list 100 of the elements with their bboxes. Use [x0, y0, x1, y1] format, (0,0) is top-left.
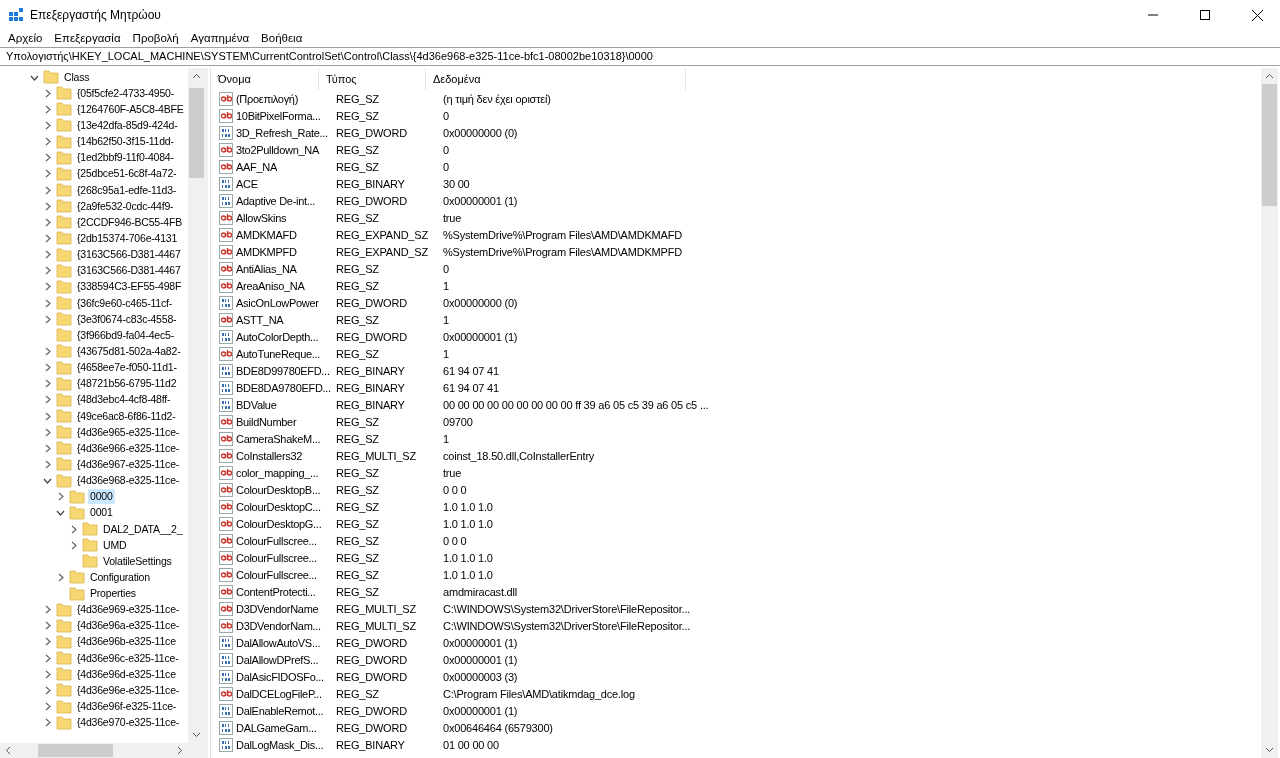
chevron-right-icon[interactable]	[43, 653, 52, 663]
chevron-right-icon[interactable]	[43, 702, 52, 712]
chevron-right-icon[interactable]	[43, 104, 52, 114]
tree-item[interactable]: {4d36e96a-e325-11ce-	[75, 618, 182, 634]
tree-item[interactable]: {4d36e96e-e325-11ce-	[75, 682, 182, 698]
scroll-thumb[interactable]	[1262, 84, 1277, 206]
chevron-right-icon[interactable]	[69, 540, 78, 550]
tree-item[interactable]: Properties	[88, 586, 138, 602]
chevron-right-icon[interactable]	[43, 621, 52, 631]
tree-item[interactable]: {05f5cfe2-4733-4950-	[75, 85, 176, 101]
chevron-right-icon[interactable]	[43, 185, 52, 195]
chevron-right-icon[interactable]	[43, 169, 52, 179]
tree-item[interactable]: {4d36e965-e325-11ce-	[75, 424, 182, 440]
tree-item[interactable]: Configuration	[88, 569, 152, 585]
tree-item[interactable]: {25dbce51-6c8f-4a72-	[75, 166, 179, 182]
scroll-down-icon[interactable]	[1265, 746, 1274, 753]
tree-item[interactable]: {1ed2bbf9-11f0-4084-	[75, 150, 176, 166]
chevron-right-icon[interactable]	[43, 266, 52, 276]
chevron-right-icon[interactable]	[43, 233, 52, 243]
tree-item[interactable]: {36fc9e60-c465-11cf-	[75, 295, 175, 311]
tree-item[interactable]: {4d36e968-e325-11ce-	[75, 473, 182, 489]
chevron-down-icon[interactable]	[43, 476, 52, 486]
tree-item[interactable]: {4d36e970-e325-11ce-	[75, 715, 182, 731]
close-icon[interactable]	[1251, 9, 1263, 21]
tree-item[interactable]: {4d36e966-e325-11ce-	[75, 440, 182, 456]
chevron-right-icon[interactable]	[43, 459, 52, 469]
chevron-right-icon[interactable]	[43, 346, 52, 356]
chevron-right-icon[interactable]	[43, 605, 52, 615]
column-header[interactable]: Όνομα	[211, 68, 319, 90]
chevron-right-icon[interactable]	[56, 572, 65, 582]
tree-item[interactable]: {1264760F-A5C8-4BFE	[75, 101, 186, 117]
tree-item[interactable]: {4d36e96b-e325-11ce	[75, 634, 178, 650]
chevron-right-icon[interactable]	[43, 137, 52, 147]
tree-item[interactable]: {338594C3-EF55-498F	[75, 279, 184, 295]
tree-item[interactable]: {3e3f0674-c83c-4558-	[75, 311, 179, 327]
tree-item[interactable]: {48d3ebc4-4cf8-48ff-	[75, 392, 173, 408]
tree-item[interactable]: 0000	[88, 489, 115, 505]
scrollbar[interactable]	[1261, 68, 1278, 758]
scroll-up-icon[interactable]	[1265, 73, 1274, 80]
address-bar[interactable]: Υπολογιστής\HKEY_LOCAL_MACHINE\SYSTEM\CurrentControlSet\Control\Class\{4d36e968-e325-11ce-bfc1-08002be10318}\0000	[0, 47, 1280, 66]
scroll-up-icon[interactable]	[192, 73, 201, 80]
chevron-right-icon[interactable]	[43, 121, 52, 130]
tree-item[interactable]: {2db15374-706e-4131	[75, 230, 180, 246]
chevron-right-icon[interactable]	[43, 395, 52, 405]
tree-item[interactable]: {2a9fe532-0cdc-44f9-	[75, 198, 176, 214]
menu-item[interactable]: Επεξεργασία	[48, 30, 127, 47]
tree-item[interactable]: {268c95a1-edfe-11d3-	[75, 182, 179, 198]
scroll-right-icon[interactable]	[176, 746, 183, 755]
tree-item[interactable]: Class	[62, 69, 92, 85]
chevron-right-icon[interactable]	[43, 250, 52, 260]
tree-item[interactable]: {13e42dfa-85d9-424d-	[75, 118, 180, 133]
tree-item[interactable]: {14b62f50-3f15-11dd-	[75, 134, 176, 150]
chevron-right-icon[interactable]	[43, 298, 52, 308]
tree-item[interactable]: {48721b56-6795-11d2	[75, 376, 179, 392]
tree-item[interactable]: {3163C566-D381-4467	[75, 263, 183, 279]
chevron-right-icon[interactable]	[43, 314, 52, 324]
column-header[interactable]: Τύπος	[319, 68, 426, 90]
chevron-right-icon[interactable]	[43, 379, 52, 389]
tree-item[interactable]: {4d36e96c-e325-11ce-	[75, 650, 181, 666]
chevron-right-icon[interactable]	[43, 217, 52, 227]
menu-item[interactable]: Αρχείο	[2, 30, 49, 47]
tree-item[interactable]: {49ce6ac8-6f86-11d2-	[75, 408, 178, 424]
menu-item[interactable]: Βοήθεια	[255, 30, 309, 47]
chevron-right-icon[interactable]	[43, 282, 52, 292]
scrollbar[interactable]	[0, 743, 205, 758]
tree-item[interactable]: 0001	[88, 505, 115, 521]
tree-item[interactable]: {2CCDF946-BC55-4FB	[75, 214, 184, 230]
column-header[interactable]: Δεδομένα	[426, 68, 686, 90]
menu-item[interactable]: Προβολή	[126, 30, 185, 47]
chevron-right-icon[interactable]	[43, 153, 52, 163]
chevron-right-icon[interactable]	[43, 685, 52, 695]
tree-item[interactable]: {4d36e969-e325-11ce-	[75, 602, 182, 618]
chevron-right-icon[interactable]	[43, 637, 52, 647]
chevron-right-icon[interactable]	[43, 718, 52, 728]
menu-item[interactable]: Αγαπημένα	[184, 30, 256, 47]
chevron-right-icon[interactable]	[56, 492, 65, 502]
tree-item[interactable]: UMD	[101, 537, 129, 553]
tree-item[interactable]: {4658ee7e-f050-11d1-	[75, 360, 179, 376]
tree-item[interactable]: {3163C566-D381-4467	[75, 247, 183, 263]
chevron-right-icon[interactable]	[69, 524, 78, 534]
tree-item[interactable]: {43675d81-502a-4a82-	[75, 343, 183, 359]
scroll-thumb[interactable]	[189, 88, 204, 178]
chevron-right-icon[interactable]	[43, 443, 52, 453]
chevron-right-icon[interactable]	[43, 363, 52, 373]
tree-item[interactable]: VolatileSettings	[101, 553, 174, 569]
chevron-right-icon[interactable]	[43, 201, 52, 211]
scroll-left-icon[interactable]	[5, 746, 12, 755]
tree-item[interactable]: {4d36e96f-e325-11ce-	[75, 699, 179, 715]
maximize-icon[interactable]	[1200, 10, 1210, 20]
chevron-right-icon[interactable]	[43, 427, 52, 437]
tree-item[interactable]: {4d36e967-e325-11ce-	[75, 456, 182, 472]
chevron-down-icon[interactable]	[56, 508, 65, 518]
tree-item[interactable]: {4d36e96d-e325-11ce	[75, 666, 178, 682]
chevron-right-icon[interactable]	[43, 669, 52, 679]
scrollbar[interactable]	[188, 68, 205, 743]
chevron-right-icon[interactable]	[43, 411, 52, 421]
tree-item[interactable]: DAL2_DATA__2_	[101, 521, 185, 537]
scroll-thumb[interactable]	[38, 744, 113, 757]
chevron-right-icon[interactable]	[43, 88, 52, 98]
scroll-down-icon[interactable]	[192, 731, 201, 738]
